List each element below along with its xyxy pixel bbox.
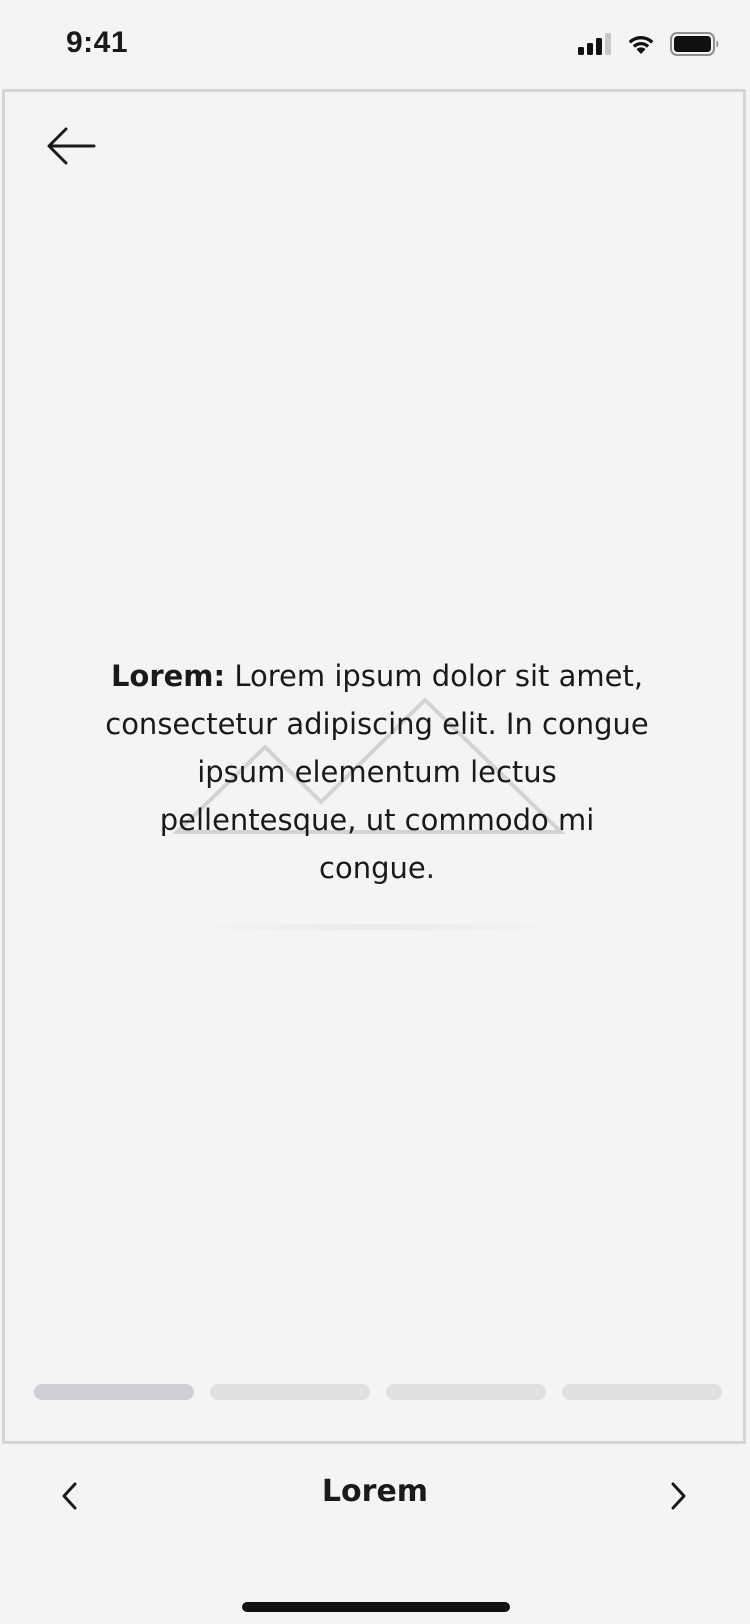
step-progress [34, 1384, 722, 1400]
body-text: Lorem: Lorem ipsum dolor sit amet, conse… [100, 652, 654, 892]
progress-step-1 [34, 1384, 194, 1400]
progress-step-2 [210, 1384, 370, 1400]
arrow-left-icon [46, 126, 96, 170]
bottom-nav: Lorem [0, 1448, 750, 1558]
faint-divider [185, 924, 565, 930]
battery-icon [670, 32, 720, 60]
nav-title: Lorem [321, 1474, 429, 1509]
home-indicator [242, 1602, 510, 1612]
status-time: 9:41 [66, 26, 129, 59]
next-button[interactable] [648, 1468, 708, 1528]
chevron-right-icon [668, 1481, 688, 1515]
content-card: Lorem: Lorem ipsum dolor sit amet, conse… [2, 89, 746, 1444]
screen: 9:41 Lorem: Lorem ipsum dolor sit amet, … [0, 0, 750, 1624]
progress-step-3 [386, 1384, 546, 1400]
wifi-icon [626, 33, 656, 59]
body-text-bold: Lorem: [110, 659, 226, 693]
progress-step-4 [562, 1384, 722, 1400]
back-button[interactable] [41, 118, 101, 178]
status-icons [578, 32, 720, 60]
cellular-signal-icon [578, 33, 612, 59]
status-bar: 9:41 [0, 0, 750, 88]
